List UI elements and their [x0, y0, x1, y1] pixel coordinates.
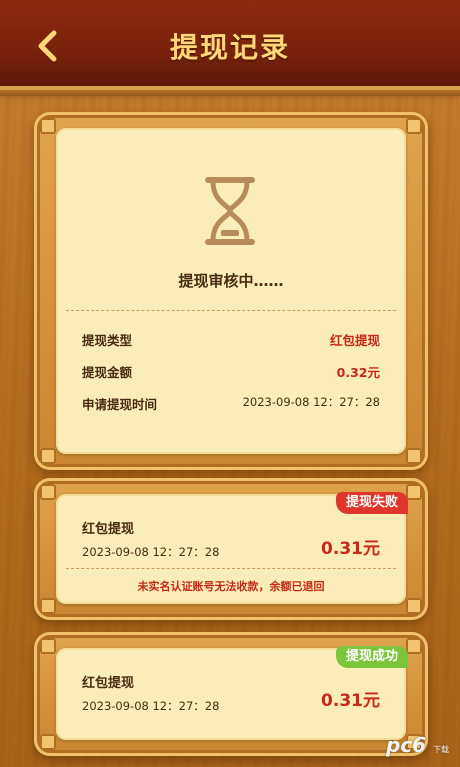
withdraw-status-card: 提现审核中…… 提现类型 红包提现 提现金额 0.32元 申请提现时间 2023…: [34, 112, 428, 470]
frame-corner: [40, 484, 56, 500]
record-card[interactable]: 提现失败 红包提现 2023-09-08 12：27：28 0.31元 未实名认…: [34, 478, 428, 620]
frame-corner: [40, 734, 56, 750]
row-label: 提现金额: [82, 365, 133, 380]
watermark-logo: pc6 下载站: [386, 733, 450, 759]
status-badge: 提现失败: [335, 492, 408, 514]
frame-corner: [406, 484, 422, 500]
failure-note: 未实名认证账号无法收款，余额已退回: [137, 580, 325, 593]
record-paper: 提现成功 红包提现 2023-09-08 12：27：28 0.31元: [56, 646, 408, 740]
record-amount: 0.31元: [321, 539, 380, 559]
row-value: 红包提现: [329, 333, 380, 348]
status-paper: 提现审核中…… 提现类型 红包提现 提现金额 0.32元 申请提现时间 2023…: [56, 128, 406, 454]
info-row-type: 提现类型 红包提现: [82, 330, 380, 350]
frame-corner: [40, 638, 56, 654]
record-time: 2023-09-08 12：27：28: [82, 699, 220, 713]
frame-corner: [40, 118, 56, 134]
record-amount: 0.31元: [321, 691, 380, 711]
frame-corner: [40, 448, 56, 464]
status-badge: 提现成功: [335, 646, 408, 668]
info-row-amount: 提现金额 0.32元: [82, 362, 380, 382]
frame-corner: [406, 448, 422, 464]
record-time: 2023-09-08 12：27：28: [82, 545, 220, 559]
row-label: 提现类型: [82, 333, 133, 348]
record-paper: 提现失败 红包提现 2023-09-08 12：27：28 0.31元 未实名认…: [56, 492, 408, 604]
frame-corner: [40, 598, 56, 614]
hourglass-icon: [205, 177, 255, 245]
row-label: 申请提现时间: [82, 397, 158, 412]
divider: [66, 310, 396, 311]
divider: [66, 568, 396, 569]
page-title: 提现记录: [169, 31, 290, 64]
header-bar: 提现记录: [0, 0, 460, 96]
record-card[interactable]: 提现成功 红包提现 2023-09-08 12：27：28 0.31元: [34, 632, 428, 756]
frame-corner: [406, 638, 422, 654]
frame-corner: [406, 118, 422, 134]
info-row-time: 申请提现时间 2023-09-08 12：27：28: [82, 394, 380, 414]
record-title: 红包提现: [82, 522, 135, 537]
frame-corner: [406, 598, 422, 614]
status-text: 提现审核中……: [178, 272, 284, 290]
row-value: 0.32元: [336, 365, 380, 380]
watermark-brand: pc6: [386, 733, 427, 757]
record-title: 红包提现: [82, 676, 135, 691]
row-value: 2023-09-08 12：27：28: [242, 395, 380, 409]
